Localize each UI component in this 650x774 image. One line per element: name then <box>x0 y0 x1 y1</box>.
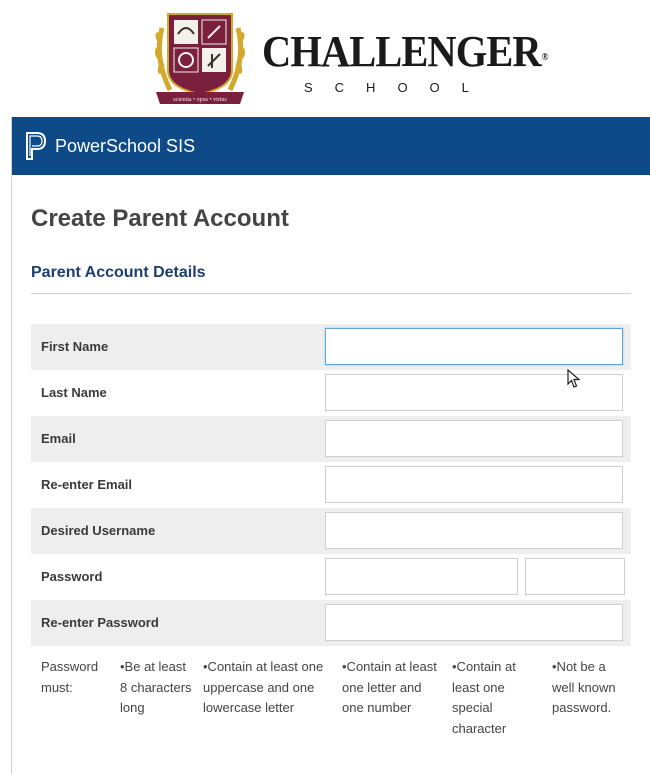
password-strength-field[interactable] <box>525 558 625 595</box>
email-input[interactable] <box>325 420 623 457</box>
password-rule: •Contain at least one letter and one num… <box>342 659 437 715</box>
username-input[interactable] <box>325 512 623 549</box>
reenter-email-label: Re-enter Email <box>41 477 133 492</box>
first-name-input[interactable] <box>325 328 623 365</box>
brand-name: CHALLENGER® <box>262 27 549 76</box>
form-row-reenter-password: Re-enter Password <box>31 600 631 646</box>
password-rule: •Be at least 8 characters long <box>120 659 192 715</box>
password-rules-intro: Password must: <box>41 659 99 695</box>
form-row-username: Desired Username <box>31 508 631 554</box>
page-title: Create Parent Account <box>31 205 289 232</box>
mouse-pointer-icon <box>567 369 581 388</box>
reenter-password-input[interactable] <box>325 604 623 641</box>
form-row-reenter-email: Re-enter Email <box>31 462 631 508</box>
password-rule: •Contain at least one uppercase and one … <box>203 659 324 715</box>
form-row-first-name: First Name <box>31 324 631 370</box>
school-crest-icon: scientia • opus • virtus <box>154 13 246 104</box>
email-label: Email <box>41 431 76 446</box>
powerschool-logo-icon <box>26 132 47 160</box>
password-input[interactable] <box>325 558 518 595</box>
svg-text:scientia • opus • virtus: scientia • opus • virtus <box>173 97 227 103</box>
form-row-last-name: Last Name <box>31 370 631 416</box>
form-row-password: Password <box>31 554 631 600</box>
password-rule: •Not be a well known password. <box>552 659 616 715</box>
brand-subtitle: SCHOOL <box>304 80 491 95</box>
reenter-email-input[interactable] <box>325 466 623 503</box>
create-account-panel: PowerSchool SIS Create Parent Account Pa… <box>11 117 650 774</box>
app-header: PowerSchool SIS <box>12 117 650 175</box>
parent-account-form: First Name Last Name Email Re-enter Emai… <box>31 324 631 646</box>
brand-wordmark: CHALLENGER® SCHOOL <box>262 27 572 96</box>
section-divider <box>31 293 631 294</box>
password-label: Password <box>41 569 103 584</box>
last-name-label: Last Name <box>41 385 107 400</box>
password-rule: •Contain at least one special character <box>452 659 516 736</box>
username-label: Desired Username <box>41 523 156 538</box>
section-title: Parent Account Details <box>31 264 206 281</box>
reenter-password-label: Re-enter Password <box>41 615 159 630</box>
app-title: PowerSchool SIS <box>55 136 196 156</box>
form-row-email: Email <box>31 416 631 462</box>
school-logo: scientia • opus • virtus CHALLENGER® SCH… <box>0 0 650 110</box>
first-name-label: First Name <box>41 339 109 354</box>
